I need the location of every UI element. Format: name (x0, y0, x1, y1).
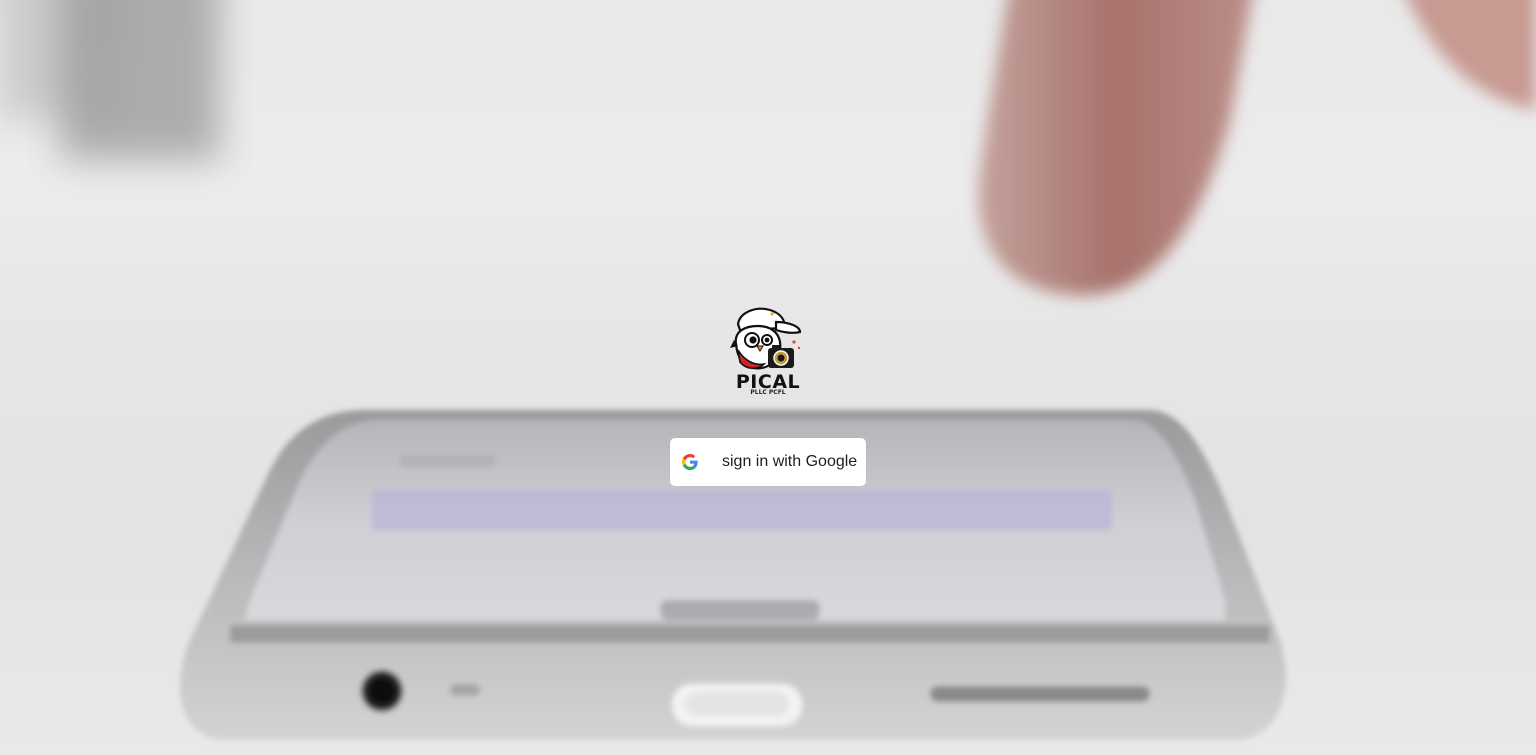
login-page: PICAL PLLC PCFL sign in with Google (0, 0, 1536, 755)
google-g-icon (682, 454, 698, 470)
logo-tagline: PLLC PCFL (750, 389, 786, 396)
login-panel: PICAL PLLC PCFL sign in with Google (0, 0, 1536, 755)
google-signin-label: sign in with Google (722, 453, 858, 470)
bird-with-camera-icon (730, 307, 802, 370)
google-signin-button[interactable]: sign in with Google (670, 438, 866, 486)
